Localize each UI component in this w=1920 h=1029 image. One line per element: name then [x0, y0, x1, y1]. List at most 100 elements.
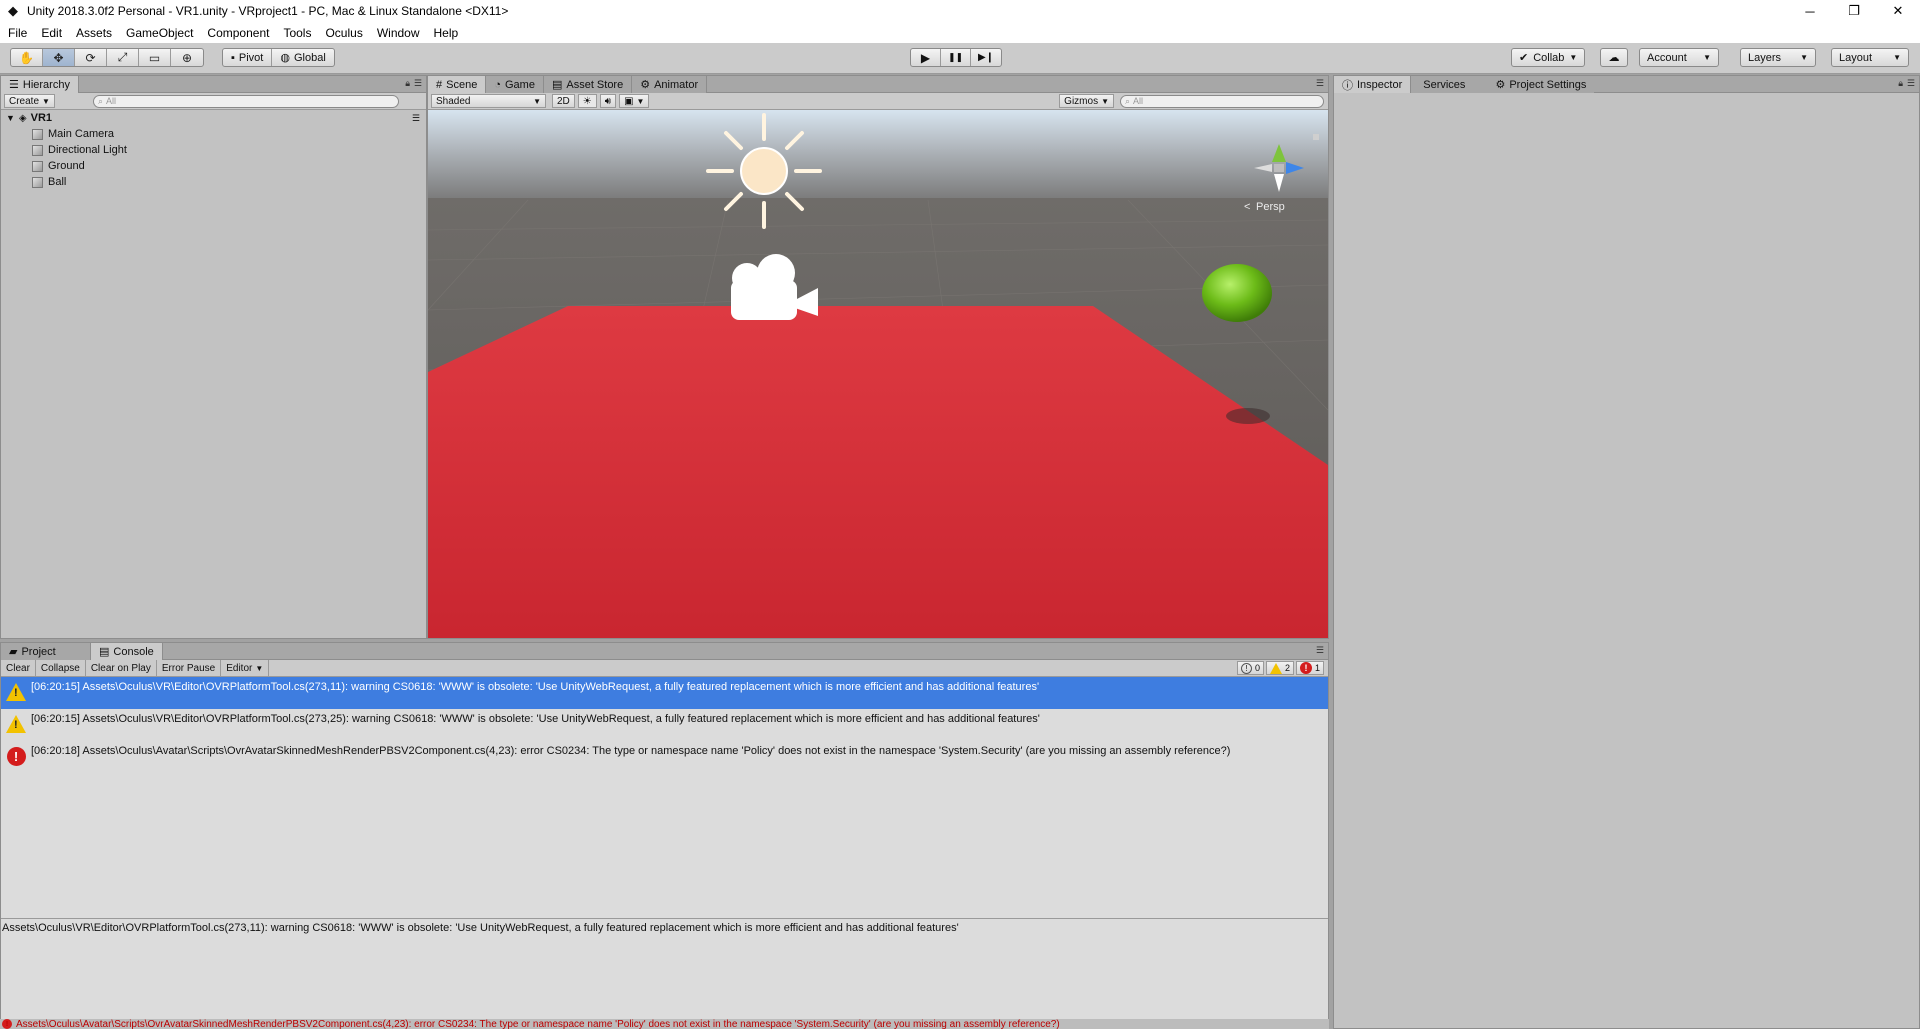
transform-tool-button[interactable]: ⊕: [171, 49, 203, 66]
scene-root-row[interactable]: ▼ ◈ VR1 ☰: [1, 110, 426, 126]
rotate-tool-button[interactable]: ⟳: [75, 49, 107, 66]
hand-tool-button[interactable]: ✋: [11, 49, 43, 66]
ball-shadow: [1226, 408, 1270, 424]
menu-oculus[interactable]: Oculus: [317, 26, 368, 40]
scene-viewport[interactable]: Persp <: [428, 110, 1328, 638]
gameobject-cube-icon: [32, 160, 43, 172]
warning-filter-toggle[interactable]: 2: [1265, 661, 1294, 675]
menu-bar: File Edit Assets GameObject Component To…: [0, 22, 1920, 43]
menu-help[interactable]: Help: [426, 26, 465, 40]
scene-canvas[interactable]: Persp <: [428, 110, 1328, 638]
rect-tool-button[interactable]: ▭: [139, 49, 171, 66]
scene-tabstrip: # Scene ◔ Game ▤ Asset Store ⚙ Animator ☰: [428, 76, 1328, 93]
tab-scene[interactable]: # Scene: [428, 76, 487, 93]
panel-menu-icon[interactable]: ☰: [1907, 78, 1915, 89]
tab-hierarchy[interactable]: ☰ Hierarchy: [1, 76, 79, 93]
move-tool-button[interactable]: ✥: [43, 49, 75, 66]
error-pause-button[interactable]: Error Pause: [157, 659, 222, 677]
collapse-button[interactable]: Collapse: [36, 659, 86, 677]
clear-on-play-button[interactable]: Clear on Play: [86, 659, 157, 677]
cloud-button[interactable]: ☁: [1600, 48, 1628, 67]
hierarchy-item-ball[interactable]: Ball: [1, 174, 426, 190]
panel-menu-icon[interactable]: ☰: [414, 78, 422, 89]
status-message: Assets\Oculus\Avatar\Scripts\OvrAvatarSk…: [16, 1019, 1060, 1029]
persp-label[interactable]: Persp: [1256, 201, 1285, 213]
log-entry[interactable]: [06:20:15] Assets\Oculus\VR\Editor\OVRPl…: [1, 677, 1328, 709]
menu-assets[interactable]: Assets: [68, 26, 118, 40]
tab-project-settings[interactable]: ⚙ Project Settings: [1473, 76, 1595, 93]
menu-tools[interactable]: Tools: [275, 26, 317, 40]
2d-toggle[interactable]: 2D: [552, 94, 575, 108]
hierarchy-item-ground[interactable]: Ground: [1, 158, 426, 174]
search-icon: ⌕: [97, 95, 103, 106]
hierarchy-tree: ▼ ◈ VR1 ☰ Main Camera Directional Light …: [1, 110, 426, 638]
tab-project[interactable]: ▰ Project: [1, 643, 91, 660]
info-filter-toggle[interactable]: ! 0: [1236, 661, 1264, 675]
tab-game[interactable]: ◔ Game: [486, 76, 544, 93]
log-detail-pane[interactable]: Assets\Oculus\VR\Editor\OVRPlatformTool.…: [1, 918, 1328, 1029]
lock-icon[interactable]: 🔒︎: [1898, 78, 1903, 89]
hierarchy-search-input[interactable]: ⌕ All: [92, 94, 399, 108]
tab-asset-store[interactable]: ▤ Asset Store: [543, 76, 633, 93]
console-toolbar: Clear Collapse Clear on Play Error Pause…: [1, 659, 1328, 677]
log-entry[interactable]: ! [06:20:18] Assets\Oculus\Avatar\Script…: [1, 741, 1328, 773]
check-circle-icon: ✔: [1519, 52, 1529, 64]
menu-edit[interactable]: Edit: [33, 26, 68, 40]
hierarchy-item-directional-light[interactable]: Directional Light: [1, 142, 426, 158]
scene-grid-icon: #: [436, 78, 443, 91]
move-icon: ✥: [53, 50, 64, 65]
rect-icon: ▭: [148, 50, 161, 65]
folder-icon: ▰: [9, 646, 18, 658]
menu-window[interactable]: Window: [369, 26, 426, 40]
scale-tool-button[interactable]: ⤢: [107, 49, 139, 66]
tab-services[interactable]: Services: [1411, 76, 1474, 93]
console-tabstrip: ▰ Project ▤ Console ☰: [1, 643, 1328, 660]
log-entry[interactable]: [06:20:15] Assets\Oculus\VR\Editor\OVRPl…: [1, 709, 1328, 741]
hierarchy-item-main-camera[interactable]: Main Camera: [1, 126, 426, 142]
error-filter-toggle[interactable]: ! 1: [1295, 661, 1324, 675]
editor-dropdown[interactable]: Editor ▼: [221, 659, 270, 677]
directional-light-gizmo[interactable]: [706, 113, 822, 229]
global-button[interactable]: ◍ Global: [272, 49, 333, 66]
create-dropdown[interactable]: Create ▼: [4, 94, 55, 108]
inspector-panel: ⓘ Inspector Services ⚙ Project Settings 🔒︎…: [1333, 75, 1920, 1029]
restore-button[interactable]: ❐: [1832, 0, 1876, 22]
panel-menu-icon[interactable]: ☰: [1316, 645, 1324, 656]
gizmos-dropdown[interactable]: Gizmos ▼: [1059, 94, 1114, 108]
collab-dropdown[interactable]: ✔ Collab ▼: [1511, 48, 1586, 67]
play-button[interactable]: ▶: [911, 49, 941, 66]
triangle-down-icon[interactable]: ▼: [6, 113, 15, 123]
audio-toggle[interactable]: 🔊︎: [599, 94, 617, 108]
play-icon: ▶: [920, 50, 931, 65]
minimize-button[interactable]: ─: [1788, 0, 1832, 22]
draw-mode-dropdown[interactable]: Shaded ▼: [431, 94, 546, 108]
shopping-bag-icon: ▤: [551, 79, 563, 91]
tab-animator[interactable]: ⚙ Animator: [632, 76, 708, 93]
tab-console[interactable]: ▤ Console: [91, 643, 163, 660]
menu-gameobject[interactable]: GameObject: [118, 26, 199, 40]
persp-arrow-icon: <: [1244, 201, 1250, 213]
ball-object[interactable]: [1202, 264, 1272, 322]
step-button[interactable]: ▶❙: [971, 49, 1001, 66]
close-button[interactable]: ✕: [1876, 0, 1920, 22]
account-dropdown[interactable]: Account ▼: [1639, 48, 1719, 67]
status-bar[interactable]: ! Assets\Oculus\Avatar\Scripts\OvrAvatar…: [0, 1019, 1329, 1029]
menu-component[interactable]: Component: [199, 26, 275, 40]
tab-inspector[interactable]: ⓘ Inspector: [1334, 76, 1412, 93]
speaker-icon: 🔊︎: [604, 95, 612, 107]
clear-button[interactable]: Clear: [1, 659, 36, 677]
scene-search-input[interactable]: ⌕ All: [1120, 94, 1324, 108]
info-icon: !: [1240, 662, 1252, 674]
layout-dropdown[interactable]: Layout ▼: [1831, 48, 1909, 67]
pivot-button[interactable]: ▪ Pivot: [223, 49, 273, 66]
menu-file[interactable]: File: [0, 26, 33, 40]
scene-menu-icon[interactable]: ☰: [412, 113, 420, 124]
lighting-toggle[interactable]: ☀: [577, 94, 597, 108]
pause-button[interactable]: ❚❚: [941, 49, 971, 66]
layers-dropdown[interactable]: Layers ▼: [1740, 48, 1816, 67]
panel-menu-icon[interactable]: ☰: [1316, 78, 1324, 89]
lock-icon[interactable]: 🔒︎: [405, 78, 410, 89]
effects-dropdown[interactable]: ▣ ▼: [619, 94, 650, 108]
caret-down-icon: ▼: [533, 96, 541, 106]
unity-logo-icon: ◆: [8, 3, 18, 18]
